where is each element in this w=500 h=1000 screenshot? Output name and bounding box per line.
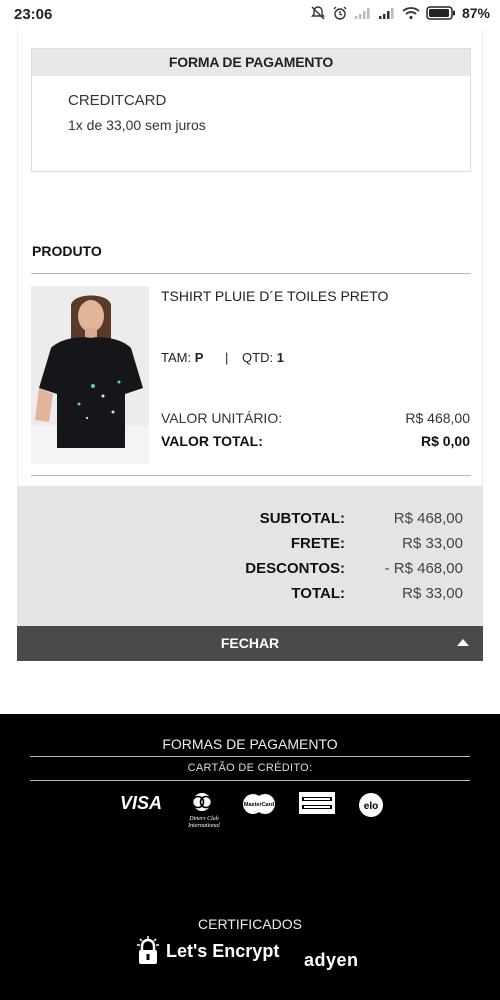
close-button-label: FECHAR [220,635,280,651]
lets-encrypt-logo: Let's Encrypt [136,936,279,966]
status-bar: 23:06 87% [0,0,500,30]
elo-icon: elo [359,793,383,817]
separator: | [225,350,229,365]
product-total-label: VALOR TOTAL: [161,433,263,449]
visa-icon: VISA [120,793,162,813]
summary-row-subtotal: SUBTOTAL: R$ 468,00 [17,510,483,532]
payment-installments: 1x de 33,00 sem juros [68,117,206,133]
do-not-disturb-icon [311,6,325,20]
battery-icon [426,6,455,20]
visa-text: VISA [120,793,162,813]
divider [31,273,471,274]
summary-value: R$ 33,00 [402,535,463,552]
credit-card-label: CARTÃO DE CRÉDITO: [187,762,313,774]
payment-method-box: FORMA DE PAGAMENTO CREDITCARD 1x de 33,0… [31,48,471,172]
product-name[interactable]: TSHIRT PLUIE D´E TOILES PRETO [161,288,388,304]
product-size-qty: TAM: P | QTD: 1 [161,350,284,365]
product-total-value: R$ 0,00 [420,433,470,449]
svg-text:MasterCard: MasterCard [244,802,274,808]
divider [30,780,470,781]
mastercard-icon: MasterCard [243,794,275,814]
battery-percent: 87% [461,5,490,21]
adyen-logo: adyen [304,950,359,970]
size-label: TAM: [161,350,192,365]
signal-weak-icon [354,8,370,19]
payment-method-name: CREDITCARD [68,92,167,109]
summary-row-discounts: DESCONTOS: - R$ 468,00 [17,560,483,582]
product-image[interactable] [31,286,149,464]
payment-method-title: FORMA DE PAGAMENTO [32,49,470,76]
alarm-icon [333,6,347,20]
qty-label: QTD: [242,350,274,365]
svg-text:elo: elo [364,801,378,812]
size-value: P [194,350,204,365]
svg-text:Diners Club: Diners Club [188,816,219,822]
summary-label: FRETE: [290,535,345,552]
lets-encrypt-text: Let's Encrypt [166,940,280,961]
svg-text:International: International [187,823,220,829]
lock-icon [137,936,159,964]
summary-value: R$ 468,00 [393,510,463,527]
signal-icon [378,8,394,19]
unit-price-label: VALOR UNITÁRIO: [161,410,283,426]
status-icons: 87% [310,5,490,21]
unit-price-value: R$ 468,00 [405,410,470,426]
summary-label: DESCONTOS: [245,560,345,577]
status-time: 23:06 [14,6,53,23]
summary-label: SUBTOTAL: [259,510,345,527]
footer: FORMAS DE PAGAMENTO CARTÃO DE CRÉDITO: V… [0,714,500,1000]
qty-value: 1 [276,350,284,365]
close-button[interactable]: FECHAR [17,626,483,661]
divider [31,475,471,476]
certificates-title: CERTIFICADOS [198,916,302,932]
product-section-title: PRODUTO [32,243,102,259]
order-detail-panel: FORMA DE PAGAMENTO CREDITCARD 1x de 33,0… [17,30,483,486]
caret-up-icon [457,639,469,646]
order-summary: SUBTOTAL: R$ 468,00 FRETE: R$ 33,00 DESC… [17,486,483,626]
card-logos: VISA Diners Club International MasterCar… [118,792,388,832]
summary-value: R$ 33,00 [402,585,463,602]
summary-row-shipping: FRETE: R$ 33,00 [17,535,483,557]
amex-icon [299,792,335,814]
summary-value: - R$ 468,00 [384,560,463,577]
diners-club-icon: Diners Club International [187,793,220,829]
divider [30,756,470,757]
wifi-icon [402,7,420,20]
summary-label: TOTAL: [291,585,345,602]
payment-methods-title: FORMAS DE PAGAMENTO [162,736,338,752]
summary-row-total: TOTAL: R$ 33,00 [17,585,483,607]
